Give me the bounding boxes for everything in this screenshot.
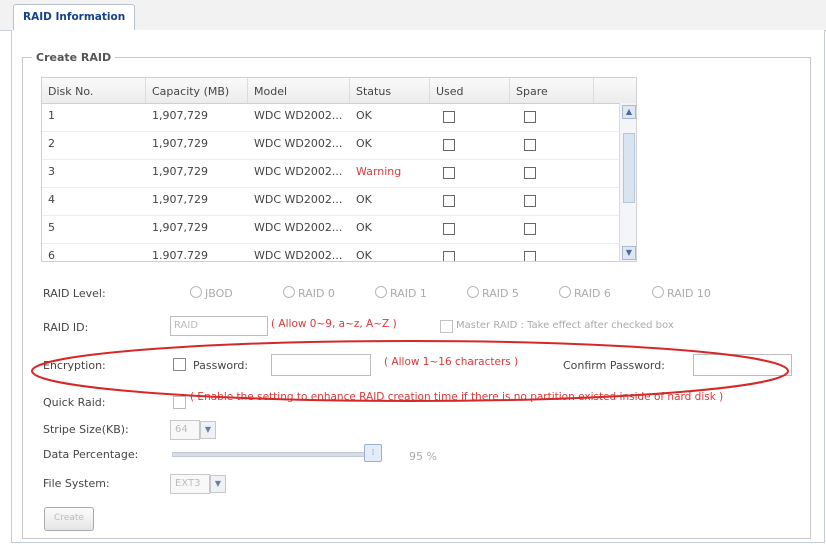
table-header: Disk No. Capacity (MB) Model Status Used…	[42, 78, 636, 104]
capacity-cell: 1,907,729	[152, 165, 208, 178]
disk-no-cell: 4	[48, 193, 55, 206]
model-cell: WDC WD2002...	[254, 249, 343, 262]
used-checkbox[interactable]	[443, 111, 455, 123]
used-checkbox[interactable]	[443, 195, 455, 207]
annotation-ellipse	[31, 340, 789, 402]
data-percentage-value: 95 %	[409, 450, 437, 463]
table-row[interactable]: 2 1,907,729 WDC WD2002... OK	[42, 131, 620, 160]
spare-checkbox[interactable]	[524, 251, 536, 261]
file-system-label: File System:	[43, 477, 110, 490]
tab-raid-information[interactable]: RAID Information	[13, 4, 136, 31]
used-checkbox[interactable]	[443, 223, 455, 235]
raid-level-raid10-radio[interactable]: RAID 10	[652, 286, 711, 300]
data-percentage-slider[interactable]	[172, 452, 382, 457]
column-header-model[interactable]: Model	[248, 78, 350, 103]
capacity-cell: 1,907,729	[152, 221, 208, 234]
master-raid-label: Master RAID : Take effect after checked …	[456, 320, 674, 331]
capacity-cell: 1.907.729	[152, 249, 208, 262]
disk-no-cell: 2	[48, 137, 55, 150]
capacity-cell: 1,907,729	[152, 137, 208, 150]
highlight-ellipse	[31, 340, 789, 402]
radio-circle-icon	[375, 286, 387, 298]
model-cell: WDC WD2002...	[254, 221, 343, 234]
radio-label: RAID 5	[482, 287, 519, 300]
raid-level-label: RAID Level:	[43, 287, 106, 300]
disk-no-cell: 5	[48, 221, 55, 234]
status-cell: OK	[356, 249, 372, 262]
spare-checkbox[interactable]	[524, 223, 536, 235]
model-cell: WDC WD2002...	[254, 137, 343, 150]
used-checkbox[interactable]	[443, 139, 455, 151]
disk-no-cell: 1	[48, 109, 55, 122]
slider-handle[interactable]: ⁞	[364, 444, 382, 462]
spare-checkbox[interactable]	[524, 167, 536, 179]
radio-circle-icon	[190, 286, 202, 298]
table-row[interactable]: 1 1,907,729 WDC WD2002... OK	[42, 103, 620, 132]
raid-level-jbod-radio[interactable]: JBOD	[190, 286, 233, 300]
scroll-up-icon[interactable]: ▲	[622, 105, 636, 119]
radio-circle-icon	[283, 286, 295, 298]
raid-id-input[interactable]: RAID	[170, 316, 268, 336]
scroll-down-icon[interactable]: ▼	[622, 246, 636, 260]
disk-no-cell: 6	[48, 249, 55, 262]
stripe-size-select[interactable]: 64	[170, 420, 200, 440]
section-title: Create RAID	[32, 51, 116, 64]
table-row[interactable]: 3 1,907,729 WDC WD2002... Warning	[42, 159, 620, 188]
disk-no-cell: 3	[48, 165, 55, 178]
radio-label: JBOD	[205, 287, 233, 300]
table-row[interactable]: 6 1.907.729 WDC WD2002... OK	[42, 243, 620, 262]
status-cell: OK	[356, 109, 372, 122]
capacity-cell: 1,907,729	[152, 109, 208, 122]
radio-circle-icon	[559, 286, 571, 298]
tab-bar: RAID Information	[0, 0, 826, 31]
radio-circle-icon	[467, 286, 479, 298]
scroll-thumb[interactable]	[623, 133, 635, 203]
column-header-status[interactable]: Status	[350, 78, 430, 103]
spare-checkbox[interactable]	[524, 195, 536, 207]
disk-table: Disk No. Capacity (MB) Model Status Used…	[41, 77, 637, 262]
radio-label: RAID 10	[667, 287, 711, 300]
model-cell: WDC WD2002...	[254, 193, 343, 206]
model-cell: WDC WD2002...	[254, 165, 343, 178]
capacity-cell: 1,907,729	[152, 193, 208, 206]
create-button[interactable]: Create	[44, 507, 94, 531]
spare-checkbox[interactable]	[524, 111, 536, 123]
status-cell: OK	[356, 221, 372, 234]
raid-level-raid0-radio[interactable]: RAID 0	[283, 286, 335, 300]
stripe-size-label: Stripe Size(KB):	[43, 423, 129, 436]
status-cell: OK	[356, 193, 372, 206]
model-cell: WDC WD2002...	[254, 109, 343, 122]
used-checkbox[interactable]	[443, 167, 455, 179]
radio-circle-icon	[652, 286, 664, 298]
status-cell: OK	[356, 137, 372, 150]
chevron-down-icon[interactable]: ▼	[210, 475, 226, 493]
table-scrollbar[interactable]: ▲ ▼	[619, 103, 636, 261]
radio-label: RAID 0	[298, 287, 335, 300]
raid-id-hint: ( Allow 0~9, a~z, A~Z )	[271, 318, 397, 330]
raid-level-raid6-radio[interactable]: RAID 6	[559, 286, 611, 300]
radio-label: RAID 6	[574, 287, 611, 300]
chevron-down-icon[interactable]: ▼	[200, 421, 216, 439]
table-row[interactable]: 5 1,907,729 WDC WD2002... OK	[42, 215, 620, 244]
data-percentage-label: Data Percentage:	[43, 448, 139, 461]
column-header-disk-no[interactable]: Disk No.	[42, 78, 146, 103]
raid-level-raid1-radio[interactable]: RAID 1	[375, 286, 427, 300]
used-checkbox[interactable]	[443, 251, 455, 261]
raid-level-raid5-radio[interactable]: RAID 5	[467, 286, 519, 300]
file-system-select[interactable]: EXT3	[170, 474, 210, 494]
radio-label: RAID 1	[390, 287, 427, 300]
table-row[interactable]: 4 1,907,729 WDC WD2002... OK	[42, 187, 620, 216]
column-header-used[interactable]: Used	[430, 78, 510, 103]
master-raid-checkbox[interactable]	[440, 320, 453, 333]
status-warning-cell: Warning	[356, 165, 402, 178]
raid-id-label: RAID ID:	[43, 321, 89, 334]
spare-checkbox[interactable]	[524, 139, 536, 151]
column-header-spare[interactable]: Spare	[510, 78, 594, 103]
column-header-capacity[interactable]: Capacity (MB)	[146, 78, 248, 103]
